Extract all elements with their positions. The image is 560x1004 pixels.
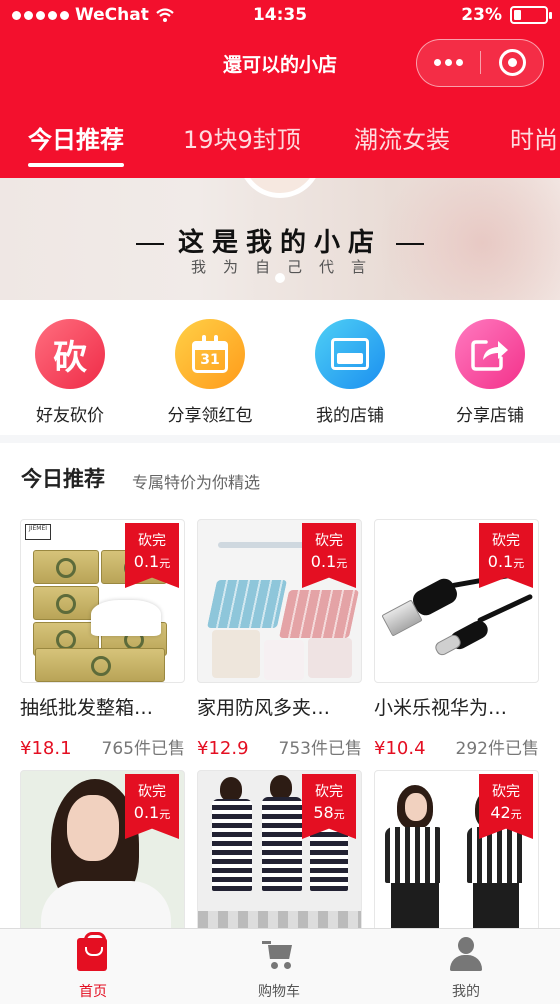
banner-portrait	[238, 178, 322, 198]
tab-under-19-9[interactable]: 19块9封顶	[183, 120, 301, 155]
tabbar-profile[interactable]: 我的	[373, 929, 559, 1004]
shopping-bag-icon	[77, 932, 107, 971]
user-icon	[450, 937, 482, 971]
banner-title: 这是我的小店	[0, 222, 560, 259]
section-subtitle: 专属特价为你精选	[132, 473, 261, 492]
tab-today-recommend[interactable]: 今日推荐	[28, 120, 124, 155]
quick-entry-label: 分享店铺	[456, 406, 524, 426]
tabbar-label: 购物车	[258, 984, 300, 1000]
product-sold-count: 753件已售	[278, 739, 362, 759]
product-sold-count: 765件已售	[101, 739, 185, 759]
product-image: 砍完 0.1元	[197, 519, 362, 683]
product-image: 砍完 42元	[374, 770, 539, 934]
product-image: 砍完 0.1元	[374, 519, 539, 683]
product-price: ¥18.1	[20, 738, 72, 759]
product-card[interactable]: 砍完 0.1元	[20, 770, 185, 934]
promo-banner[interactable]: 这是我的小店 我为自己代言	[0, 178, 560, 300]
cart-icon	[262, 941, 294, 969]
product-name: 抽纸批发整箱…	[20, 697, 154, 719]
product-card[interactable]: 砍完 0.1元 小米乐视华为… ¥10.4 292件已售	[374, 519, 539, 759]
bargain-icon: 砍	[35, 319, 105, 389]
active-tab-underline	[28, 163, 124, 167]
product-price: ¥10.4	[374, 738, 426, 759]
product-image: JIEMEI 砍完 0.1元	[20, 519, 185, 683]
quick-entry-bargain[interactable]: 砍 好友砍价	[0, 319, 140, 426]
capsule-divider	[480, 51, 481, 74]
tabbar-label: 首页	[79, 984, 107, 1000]
bargain-tag: 砍完 0.1元	[302, 523, 356, 588]
tabbar-cart[interactable]: 购物车	[186, 929, 372, 1004]
category-tabs: 今日推荐 19块9封顶 潮流女装 时尚	[0, 110, 560, 170]
top-header: WeChat 14:35 23% 還可以的小店 今日推荐 19块9封顶 潮流女装…	[0, 0, 560, 178]
product-price: ¥12.9	[197, 738, 249, 759]
product-card[interactable]: 砍完 58元	[197, 770, 362, 934]
more-menu-button[interactable]	[417, 40, 480, 85]
miniprogram-capsule	[416, 39, 544, 87]
product-card[interactable]: JIEMEI 砍完 0.1元 抽纸批发整箱… ¥18.1 765件已售	[20, 519, 185, 759]
product-image: 砍完 58元	[197, 770, 362, 934]
section-title: 今日推荐	[21, 467, 105, 491]
tab-women-fashion[interactable]: 潮流女装	[354, 120, 450, 155]
product-image: 砍完 0.1元	[20, 770, 185, 934]
product-sold-count: 292件已售	[455, 739, 539, 759]
product-name: 小米乐视华为…	[374, 697, 508, 719]
close-miniprogram-button[interactable]	[499, 49, 526, 76]
store-icon	[315, 319, 385, 389]
tab-fashion[interactable]: 时尚	[510, 120, 558, 155]
battery-icon	[510, 6, 552, 24]
product-name: 家用防风多夹…	[197, 697, 331, 719]
brand-logo: JIEMEI	[25, 524, 51, 540]
quick-entry-label: 好友砍价	[36, 406, 104, 426]
quick-entry-label: 我的店铺	[316, 406, 384, 426]
banner-page-indicator	[275, 273, 285, 283]
calendar-icon: 31	[175, 319, 245, 389]
battery-percent: 23%	[461, 5, 502, 25]
product-card[interactable]: 砍完 42元	[374, 770, 539, 934]
bargain-tag: 砍完 0.1元	[125, 774, 179, 839]
quick-entry-share-store[interactable]: 分享店铺	[420, 319, 560, 426]
tabbar-label: 我的	[452, 984, 480, 1000]
quick-entry-my-store[interactable]: 我的店铺	[280, 319, 420, 426]
product-card[interactable]: 砍完 0.1元 家用防风多夹… ¥12.9 753件已售	[197, 519, 362, 759]
bottom-tab-bar: 首页 购物车 我的	[0, 928, 560, 1004]
quick-entry-red-packet[interactable]: 31 分享领红包	[140, 319, 280, 426]
battery-indicator: 23%	[461, 5, 552, 25]
quick-entry-label: 分享领红包	[167, 406, 253, 426]
status-bar: WeChat 14:35 23%	[0, 0, 560, 30]
tabbar-home[interactable]: 首页	[0, 929, 186, 1004]
quick-entry-grid: 砍 好友砍价 31 分享领红包 我的店铺 分享店铺	[0, 300, 560, 435]
section-divider	[0, 435, 560, 443]
share-icon	[455, 319, 525, 389]
